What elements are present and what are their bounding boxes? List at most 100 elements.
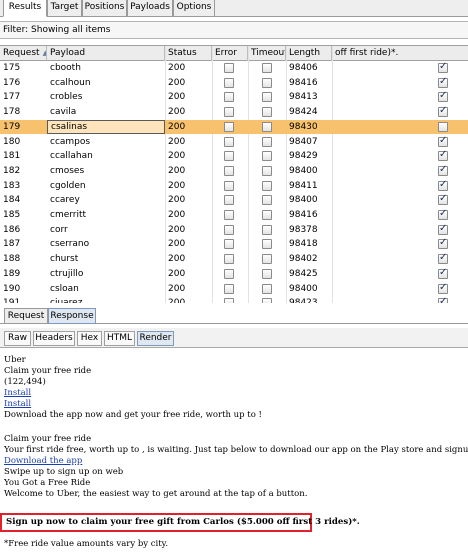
grep-match-checkbox[interactable] bbox=[438, 135, 448, 147]
error-checkbox[interactable] bbox=[224, 151, 234, 162]
table-row[interactable]: 191cjuarez200 98423 bbox=[0, 296, 468, 303]
error-checkbox[interactable] bbox=[224, 77, 234, 88]
timeout-checkbox[interactable] bbox=[262, 107, 272, 118]
error-checkbox[interactable] bbox=[224, 195, 234, 206]
length-cell: 98400 bbox=[289, 283, 318, 294]
grep-match-checkbox[interactable] bbox=[438, 61, 448, 73]
grep-match-checkbox[interactable] bbox=[438, 208, 448, 220]
tab-positions[interactable]: Positions bbox=[82, 0, 127, 17]
column-header-grep-match[interactable]: off first ride)*. bbox=[332, 46, 468, 61]
filter-bar[interactable]: Filter: Showing all items bbox=[0, 21, 468, 39]
grep-match-checkbox[interactable] bbox=[438, 179, 448, 191]
grep-match-checkbox[interactable] bbox=[438, 121, 448, 132]
request-number-cell: 189 bbox=[3, 268, 21, 279]
tab-headers[interactable]: Headers bbox=[33, 331, 75, 346]
error-checkbox[interactable] bbox=[224, 92, 234, 103]
column-header-status[interactable]: Status bbox=[165, 46, 212, 61]
tab-render[interactable]: Render bbox=[137, 331, 174, 346]
error-checkbox[interactable] bbox=[224, 283, 234, 294]
error-checkbox[interactable] bbox=[224, 298, 234, 303]
timeout-checkbox[interactable] bbox=[262, 224, 272, 235]
table-row[interactable]: 175 cbooth 200 98406 bbox=[0, 61, 468, 76]
install-link[interactable]: Install bbox=[4, 399, 31, 410]
error-checkbox[interactable] bbox=[224, 121, 234, 132]
grep-match-checkbox[interactable] bbox=[438, 282, 448, 294]
render-text: Your first ride free, worth up to , is w… bbox=[4, 445, 468, 455]
grep-match-checkbox[interactable] bbox=[438, 76, 448, 88]
table-row[interactable]: 183 cgolden 200 98411 bbox=[0, 179, 468, 194]
grep-match-checkbox[interactable] bbox=[438, 237, 448, 250]
grep-match-checkbox[interactable] bbox=[438, 252, 448, 265]
timeout-checkbox[interactable] bbox=[262, 77, 272, 88]
timeout-checkbox[interactable] bbox=[262, 180, 272, 191]
grep-match-checkbox[interactable] bbox=[438, 267, 448, 279]
column-header-request[interactable]: Request▲ bbox=[0, 46, 47, 61]
timeout-checkbox[interactable] bbox=[262, 283, 272, 294]
tab-target[interactable]: Target bbox=[47, 0, 82, 17]
tab-request[interactable]: Request bbox=[4, 308, 48, 324]
grep-match-checkbox[interactable] bbox=[438, 90, 448, 103]
table-row[interactable]: 185 cmerritt 200 98416 bbox=[0, 208, 468, 223]
table-row[interactable]: 184 ccarey 200 98400 bbox=[0, 193, 468, 208]
table-row[interactable]: 190 csloan 200 98400 bbox=[0, 282, 468, 297]
request-number-cell: 183 bbox=[3, 180, 21, 191]
error-checkbox[interactable] bbox=[224, 63, 234, 73]
tab-hex[interactable]: Hex bbox=[77, 331, 102, 346]
grep-match-checkbox[interactable] bbox=[438, 193, 448, 206]
timeout-checkbox[interactable] bbox=[262, 210, 272, 220]
error-checkbox[interactable] bbox=[224, 165, 234, 176]
error-checkbox[interactable] bbox=[224, 107, 234, 118]
table-row[interactable]: 181 ccallahan 200 98429 bbox=[0, 149, 468, 164]
timeout-checkbox[interactable] bbox=[262, 92, 272, 103]
timeout-checkbox[interactable] bbox=[262, 165, 272, 176]
timeout-checkbox[interactable] bbox=[262, 239, 272, 250]
tab-options[interactable]: Options bbox=[173, 0, 215, 17]
download-app-link[interactable]: Download the app bbox=[4, 456, 82, 467]
table-row[interactable]: 179 csalinas 200 98430 bbox=[0, 119, 468, 135]
error-checkbox[interactable] bbox=[224, 136, 234, 147]
timeout-checkbox[interactable] bbox=[262, 151, 272, 162]
timeout-checkbox[interactable] bbox=[262, 268, 272, 279]
table-row[interactable]: 189 ctrujillo 200 98425 bbox=[0, 267, 468, 282]
grep-match-checkbox[interactable] bbox=[438, 149, 448, 162]
grep-match-checkbox[interactable] bbox=[438, 223, 448, 235]
column-header-length[interactable]: Length bbox=[286, 46, 332, 61]
column-header-timeout[interactable]: Timeout bbox=[248, 46, 286, 61]
table-row[interactable]: 182 cmoses 200 98400 bbox=[0, 164, 468, 179]
tab-raw[interactable]: Raw bbox=[4, 331, 31, 346]
tab-results[interactable]: Results bbox=[3, 0, 47, 17]
table-row[interactable]: 187 cserrano 200 98418 bbox=[0, 237, 468, 252]
timeout-checkbox[interactable] bbox=[262, 63, 272, 73]
error-checkbox[interactable] bbox=[224, 224, 234, 235]
gift-offer-text: Sign up now to claim your free gift from… bbox=[6, 517, 360, 527]
table-row[interactable]: 188 churst 200 98402 bbox=[0, 252, 468, 267]
column-header-error[interactable]: Error bbox=[212, 46, 248, 61]
column-header-payload[interactable]: Payload bbox=[47, 46, 165, 61]
request-number-cell: 176 bbox=[3, 77, 21, 88]
timeout-checkbox[interactable] bbox=[262, 121, 272, 132]
error-checkbox[interactable] bbox=[224, 180, 234, 191]
error-checkbox[interactable] bbox=[224, 239, 234, 250]
tab-response[interactable]: Response bbox=[48, 308, 96, 324]
error-checkbox[interactable] bbox=[224, 268, 234, 279]
payload-cell: cbooth bbox=[50, 63, 81, 73]
grep-match-checkbox[interactable] bbox=[438, 164, 448, 176]
grep-match-checkbox[interactable] bbox=[438, 105, 448, 118]
tab-html[interactable]: HTML bbox=[104, 331, 135, 346]
table-row[interactable]: 176 ccalhoun 200 98416 bbox=[0, 76, 468, 91]
render-text: Download the app now and get your free r… bbox=[4, 410, 262, 420]
table-row[interactable]: 177 crobles 200 98413 bbox=[0, 90, 468, 105]
timeout-checkbox[interactable] bbox=[262, 254, 272, 265]
timeout-checkbox[interactable] bbox=[262, 136, 272, 147]
install-link[interactable]: Install bbox=[4, 388, 31, 399]
table-row[interactable]: 178 cavila 200 98424 bbox=[0, 105, 468, 120]
table-row[interactable]: 180 ccampos 200 98407 bbox=[0, 135, 468, 150]
request-number-cell: 179 bbox=[3, 121, 21, 132]
timeout-checkbox[interactable] bbox=[262, 195, 272, 206]
table-row[interactable]: 186 corr 200 98378 bbox=[0, 223, 468, 238]
error-checkbox[interactable] bbox=[224, 210, 234, 220]
grep-match-checkbox[interactable] bbox=[438, 296, 448, 303]
timeout-checkbox[interactable] bbox=[262, 298, 272, 303]
tab-payloads[interactable]: Payloads bbox=[127, 0, 173, 17]
error-checkbox[interactable] bbox=[224, 254, 234, 265]
